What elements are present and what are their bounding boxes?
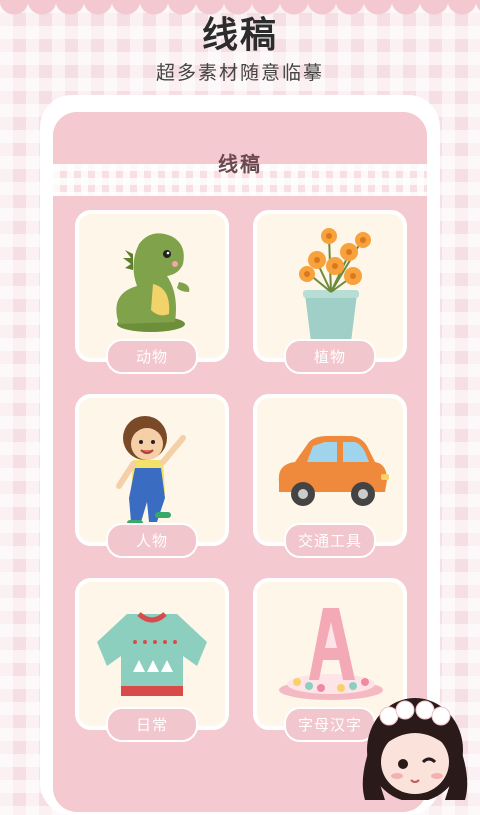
dinosaur-icon — [116, 233, 190, 332]
category-tile-plants[interactable]: 植物 — [253, 210, 407, 374]
category-label-plants: 植物 — [284, 339, 376, 374]
category-label-animals: 动物 — [106, 339, 198, 374]
page-title: 线稿 — [201, 15, 278, 56]
category-label-vehicles: 交通工具 — [283, 523, 377, 558]
page-subtitle: 超多素材随意临摹 — [155, 62, 324, 84]
flower-pot-icon — [299, 228, 371, 342]
category-tile-vehicles[interactable]: 交通工具 — [253, 394, 407, 558]
girl-mascot-icon — [362, 698, 468, 800]
category-tile-people[interactable]: 人物 — [75, 394, 229, 558]
category-tile-animals[interactable]: 动物 — [75, 210, 229, 374]
sweater-icon — [97, 612, 207, 696]
car-icon — [278, 436, 389, 506]
category-tile-daily[interactable]: 日常 — [75, 578, 229, 742]
boy-icon — [116, 416, 186, 526]
card-title: 线稿 — [218, 152, 262, 176]
category-label-daily: 日常 — [106, 707, 198, 742]
category-label-people: 人物 — [106, 523, 198, 558]
